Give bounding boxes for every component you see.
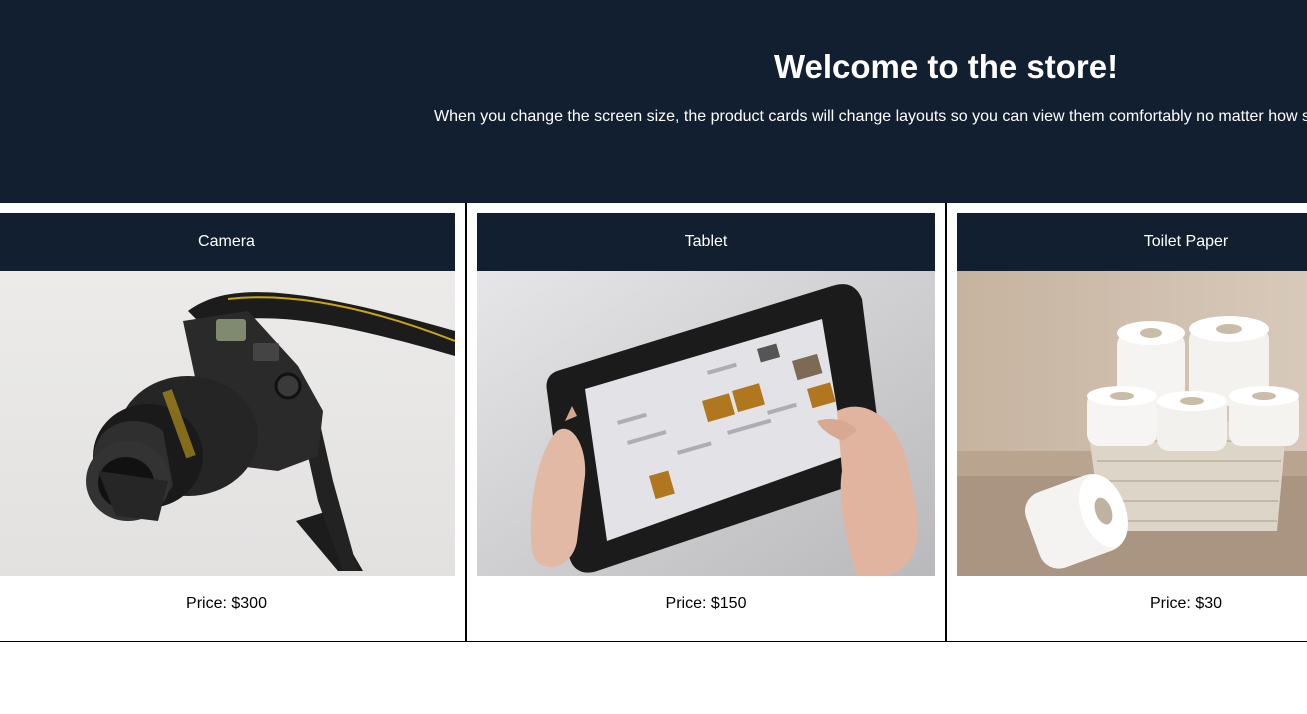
product-title-tablet: Tablet <box>477 213 935 271</box>
tablet-photo-icon <box>477 271 935 576</box>
product-price-camera: Price: $300 <box>186 595 267 612</box>
page-title: Welcome to the store! <box>773 48 1119 85</box>
header-subtitle: When you change the screen size, the pro… <box>434 108 1307 125</box>
card-divider <box>465 203 467 641</box>
product-price-tablet: Price: $150 <box>665 595 747 612</box>
store-header: Welcome to the store! When you change th… <box>0 0 1307 203</box>
cards-bottom-border <box>0 641 1307 642</box>
product-name: Tablet <box>684 233 728 250</box>
product-card-camera[interactable]: Camera Price: $300 <box>0 203 466 640</box>
product-card-tablet[interactable]: Tablet Price: $150 <box>466 203 946 640</box>
camera-photo-icon <box>0 271 455 576</box>
product-card-toilet-paper[interactable]: Toilet Paper Price: $30 <box>946 203 1307 640</box>
product-name: Toilet Paper <box>1143 233 1229 250</box>
toilet-paper-photo-icon <box>957 271 1307 576</box>
product-grid: Camera Price: $300 Tablet Price: $150 To… <box>0 203 1307 642</box>
card-divider <box>945 203 947 641</box>
product-title-camera: Camera <box>0 213 455 271</box>
product-name: Camera <box>198 233 255 250</box>
product-title-toilet-paper: Toilet Paper <box>957 213 1307 271</box>
product-price-toilet-paper: Price: $30 <box>1149 595 1223 612</box>
